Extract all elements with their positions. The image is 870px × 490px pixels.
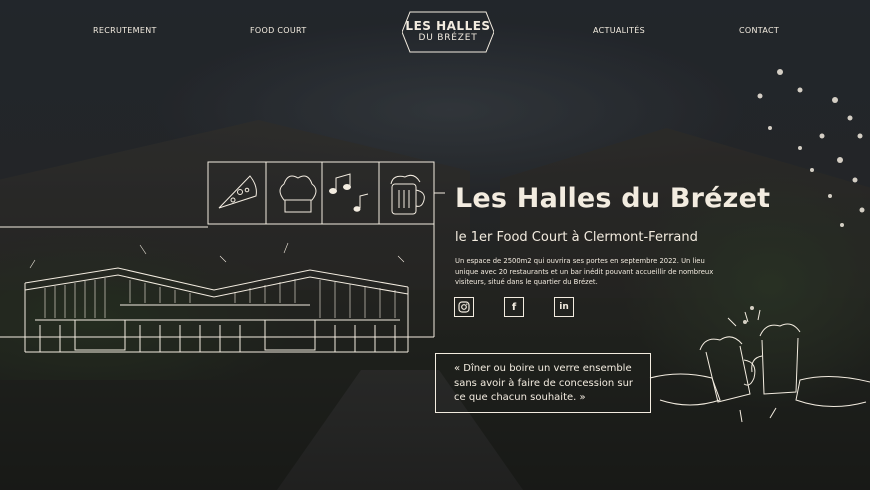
dark-overlay — [0, 0, 870, 490]
instagram-button[interactable] — [454, 297, 474, 317]
nav-contact[interactable]: CONTACT — [739, 26, 779, 35]
nav-actualites[interactable]: ACTUALITÉS — [593, 26, 645, 35]
site-logo[interactable]: LES HALLES DU BRÉZET — [402, 6, 494, 58]
instagram-icon — [458, 301, 470, 313]
logo-line2: DU BRÉZET — [418, 33, 478, 43]
nav-food-court[interactable]: FOOD COURT — [250, 26, 307, 35]
background-photo — [0, 0, 870, 490]
hero-description: Un espace de 2500m2 qui ouvrira ses port… — [455, 257, 714, 286]
linkedin-button[interactable]: in — [554, 297, 574, 317]
nav-recrutement[interactable]: RECRUTEMENT — [93, 26, 157, 35]
linkedin-icon: in — [559, 302, 569, 312]
facebook-icon: f — [511, 301, 517, 313]
hero-subtitle: le 1er Food Court à Clermont-Ferrand — [455, 230, 698, 245]
facebook-button[interactable]: f — [504, 297, 524, 317]
logo-line1: LES HALLES — [405, 19, 491, 33]
hero-title: Les Halles du Brézet — [455, 183, 771, 214]
quote-text: « Dîner ou boire un verre ensemble sans … — [454, 363, 634, 403]
top-nav: RECRUTEMENT FOOD COURT LES HALLES DU BRÉ… — [0, 0, 870, 60]
